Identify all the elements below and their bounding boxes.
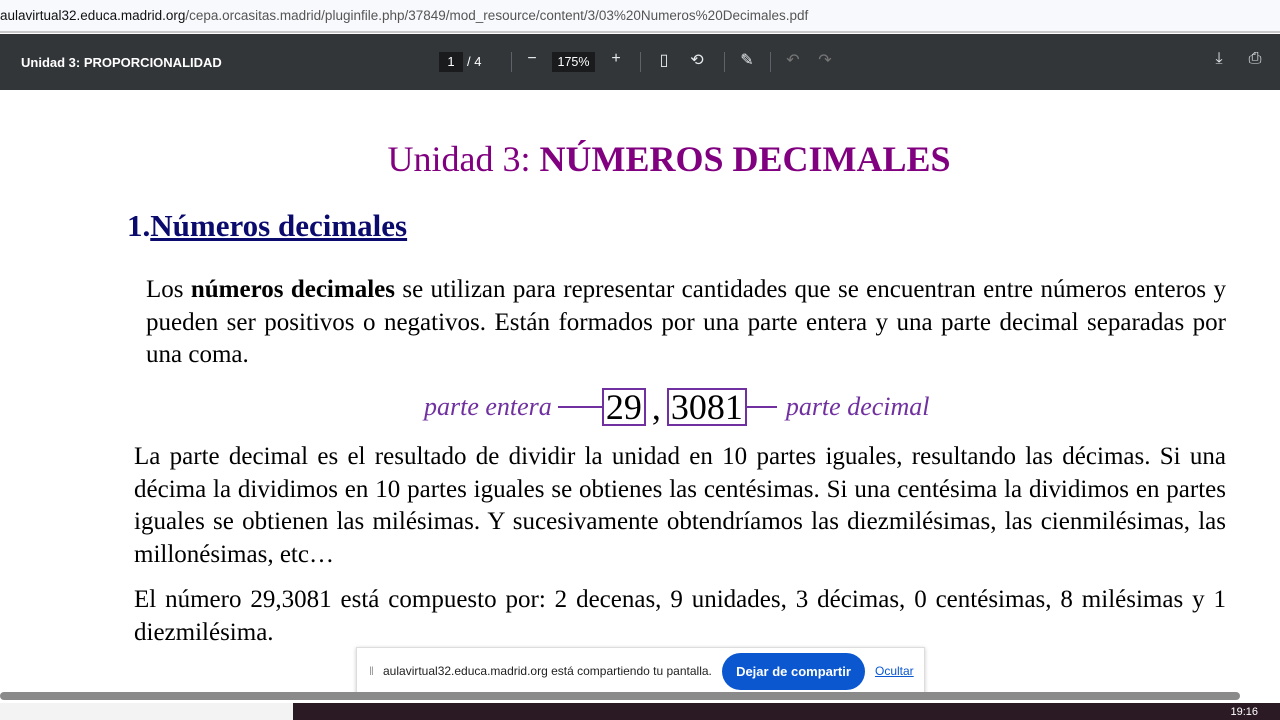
bold-term: números decimales [190, 276, 395, 303]
divider [770, 52, 771, 72]
rotate-icon[interactable]: ⟲ [687, 50, 707, 70]
divider [640, 52, 641, 72]
annotate-icon[interactable]: ✎ [737, 50, 757, 70]
title-main: NÚMEROS DECIMALES [539, 139, 951, 179]
page-total: / 4 [467, 54, 482, 69]
taskbar: 19:16 [0, 703, 1280, 720]
drag-handle-icon[interactable]: ‖ [369, 664, 374, 678]
section-heading: 1.Números decimales [127, 208, 407, 244]
taskbar-search[interactable] [0, 703, 293, 720]
text: Los [146, 276, 191, 303]
pdf-toolbar: Unidad 3: PROPORCIONALIDAD 1 / 4 − 175% … [0, 34, 1280, 90]
integer-box: 29 [601, 388, 646, 426]
paragraph-intro: Los números decimales se utilizan para r… [146, 274, 1226, 372]
decimal-box: 3081 [666, 388, 747, 426]
horizontal-scrollbar[interactable] [0, 692, 1240, 700]
url-host: aulavirtual32.educa.madrid.org [0, 8, 186, 23]
divider [511, 52, 512, 72]
url-path: /cepa.orcasitas.madrid/pluginfile.php/37… [185, 8, 809, 23]
paragraph-decimals: La parte decimal es el resultado de divi… [134, 443, 1226, 568]
title-prefix: Unidad 3: [387, 139, 540, 179]
divider [724, 52, 725, 72]
screen-share-bar: ‖ aulavirtual32.educa.madrid.org está co… [356, 647, 925, 695]
clock: 19:16 [1230, 706, 1258, 718]
download-icon[interactable]: ⤓ [1209, 50, 1229, 68]
label-decimal-part: parte decimal [785, 392, 930, 421]
zoom-input[interactable]: 175% [552, 52, 595, 72]
page-title: Unidad 3: NÚMEROS DECIMALES [0, 138, 1280, 180]
page-number-input[interactable]: 1 [439, 52, 463, 72]
address-bar[interactable]: aulavirtual32.educa.madrid.org/cepa.orca… [0, 0, 1280, 33]
connector-line [746, 406, 777, 408]
zoom-in-icon[interactable]: + [606, 50, 626, 68]
section-number: 1. [127, 208, 151, 243]
zoom-out-icon[interactable]: − [522, 50, 542, 68]
comma: , [651, 387, 661, 427]
paragraph-example: El número 29,3081 está compuesto por: 2 … [134, 586, 1226, 646]
section-title: Números decimales [150, 208, 408, 243]
label-integer-part: parte entera [424, 392, 552, 421]
redo-icon[interactable]: ↷ [815, 50, 835, 70]
document-title: Unidad 3: PROPORCIONALIDAD [21, 55, 222, 70]
stop-sharing-button[interactable]: Dejar de compartir [722, 653, 865, 690]
undo-icon[interactable]: ↶ [783, 50, 803, 70]
share-message: aulavirtual32.educa.madrid.org está comp… [383, 664, 712, 678]
print-icon[interactable]: ⎙ [1245, 50, 1265, 68]
fit-page-icon[interactable]: ▯ [654, 50, 674, 70]
pdf-page: Unidad 3: NÚMEROS DECIMALES 1.Números de… [0, 90, 1280, 695]
hide-link[interactable]: Ocultar [875, 664, 914, 678]
decimal-diagram: parte entera 29 , 3081 parte decimal [424, 386, 930, 428]
connector-line [557, 406, 602, 408]
